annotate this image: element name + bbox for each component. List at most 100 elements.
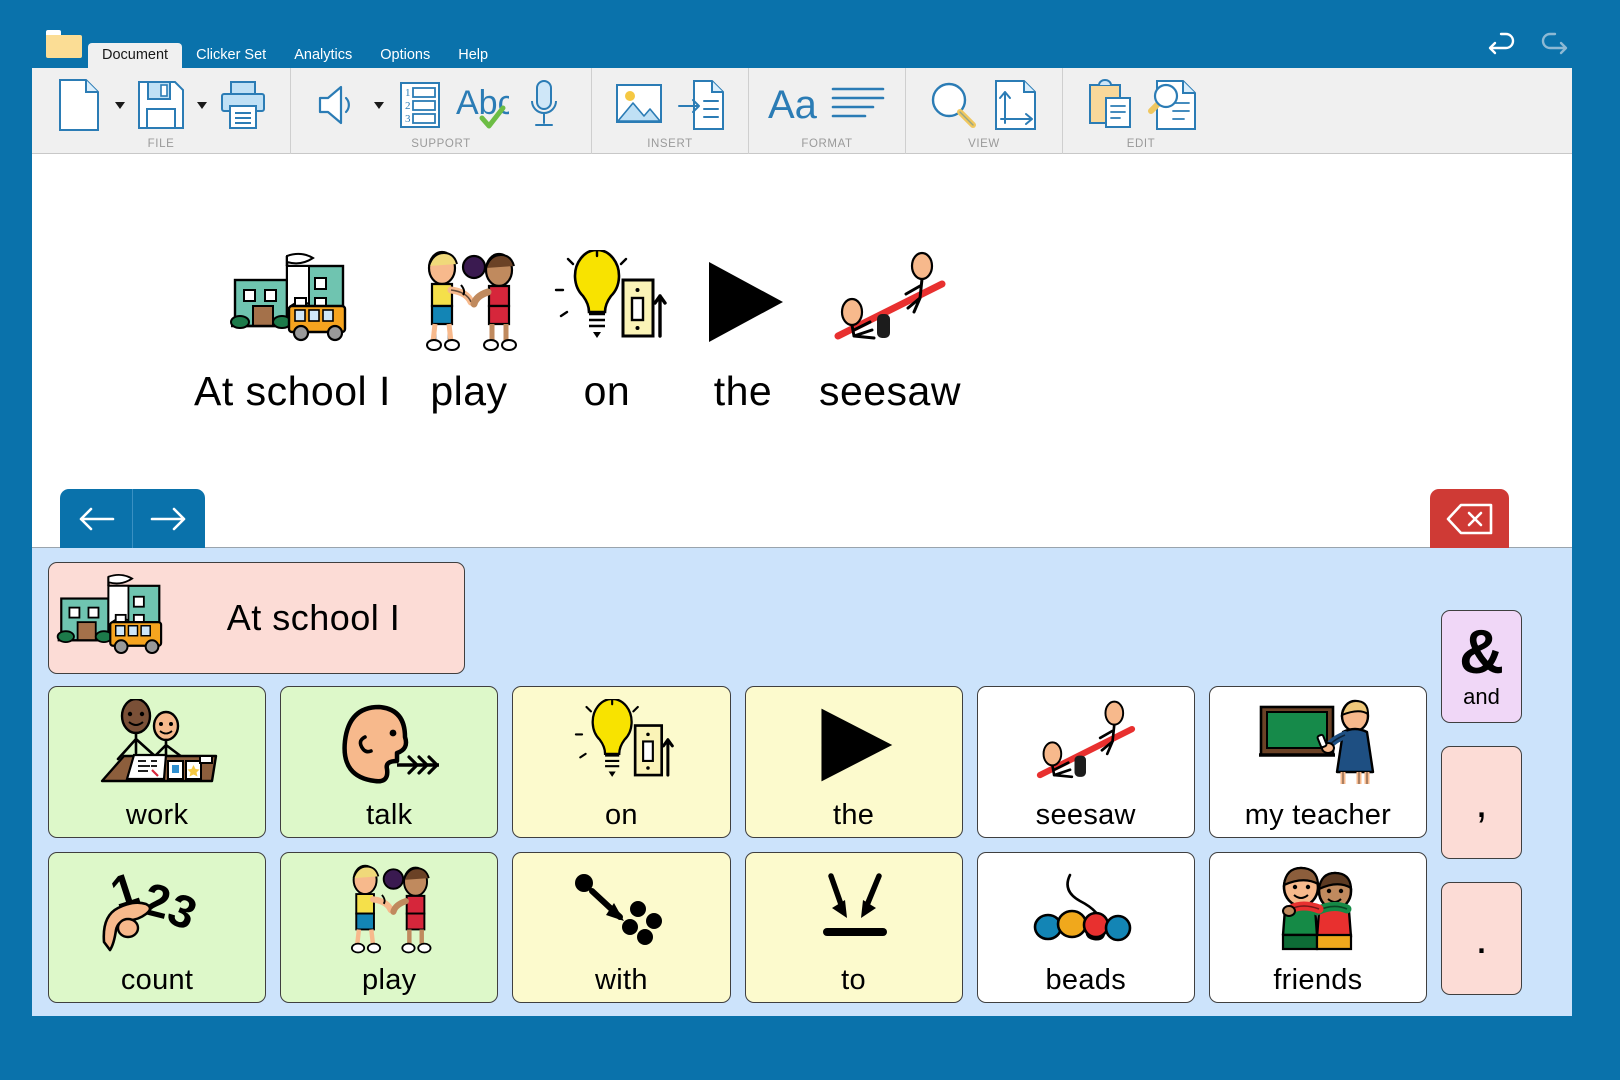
sentence-word-on[interactable]: on: [535, 242, 679, 415]
word-grid-pane: At school I work talk on the seesaw my t…: [32, 548, 1572, 1016]
sentence-word-at-school-i[interactable]: At school I: [182, 242, 403, 415]
grid-cell-count[interactable]: 1 2 3 count: [48, 851, 267, 1003]
punct-cell-period[interactable]: .: [1441, 882, 1522, 995]
speak-dropdown[interactable]: [369, 76, 389, 134]
forward-arrow-button[interactable]: [133, 489, 205, 548]
new-document-dropdown[interactable]: [110, 76, 130, 134]
ribbon-group-label-view: VIEW: [968, 138, 1000, 150]
save-button[interactable]: [130, 76, 192, 134]
sentence-word-seesaw[interactable]: seesaw: [807, 242, 973, 415]
tab-document[interactable]: Document: [88, 43, 183, 68]
lightbulb-switch-on-icon: [513, 687, 729, 797]
arrow-right-icon: [150, 507, 186, 530]
grid-cell-my-teacher[interactable]: my teacher: [1208, 686, 1427, 838]
grid-cell-play[interactable]: play: [280, 851, 499, 1003]
school-with-bus-icon: [49, 571, 177, 666]
two-children-ball-icon: [415, 242, 523, 354]
alignment-button[interactable]: [827, 76, 889, 134]
beads-string-icon: [978, 853, 1194, 963]
sentence-word-label: on: [583, 368, 631, 414]
insert-picture-button[interactable]: [608, 76, 670, 134]
ribbon-group-label-insert: INSERT: [647, 138, 693, 150]
ribbon-tab-bar: Document Clicker Set Analytics Options H…: [88, 43, 502, 68]
black-triangle-icon: [691, 242, 795, 354]
spell-check-button[interactable]: Abc: [451, 76, 513, 134]
grid-cell-label: on: [604, 798, 638, 831]
paste-button[interactable]: [1079, 76, 1141, 134]
svg-text:2: 2: [405, 100, 411, 112]
grid-cell-work[interactable]: work: [48, 686, 267, 838]
grid-cell-on[interactable]: on: [512, 686, 731, 838]
ribbon-group-support: 1 2 3 Abc SUPPORT: [291, 68, 592, 154]
tab-clicker-set[interactable]: Clicker Set: [182, 44, 280, 68]
ribbon-group-insert: INSERT: [592, 68, 749, 154]
save-dropdown[interactable]: [192, 76, 212, 134]
ribbon-group-file: FILE: [32, 68, 291, 154]
zoom-button[interactable]: [922, 76, 984, 134]
period-glyph: .: [1475, 913, 1488, 963]
new-document-button[interactable]: [48, 76, 110, 134]
navigation-buttons: [60, 489, 205, 548]
grid-cell-label: count: [120, 964, 194, 996]
sentence-word-play[interactable]: play: [403, 242, 535, 415]
grid-cell-label: seesaw: [1035, 798, 1136, 831]
ribbon-group-label-support: SUPPORT: [411, 138, 471, 150]
page-size-button[interactable]: [984, 76, 1046, 134]
sentence-word-label: seesaw: [818, 368, 961, 414]
grid-cell-sentence-start[interactable]: At school I: [48, 562, 465, 674]
tab-analytics[interactable]: Analytics: [280, 44, 366, 68]
ribbon-toolbar: FILE 1 2 3 Abc SUPPORT INSERT Aa FORMAT …: [32, 68, 1572, 154]
seesaw-icon: [978, 687, 1194, 797]
punctuation-column: & and , .: [1441, 610, 1522, 995]
grid-cell-label: At school I: [226, 597, 401, 638]
record-button[interactable]: [513, 76, 575, 134]
arrows-down-line-icon: [746, 853, 962, 963]
punct-cell-and[interactable]: & and: [1441, 610, 1522, 723]
document-canvas[interactable]: At school I play on the seesaw: [32, 154, 1572, 548]
comma-glyph: ,: [1475, 777, 1488, 827]
sentence-strip: At school I play on the seesaw: [182, 242, 973, 415]
grid-cell-label: talk: [366, 798, 413, 831]
tab-options[interactable]: Options: [366, 44, 444, 68]
hand-counting-123-icon: 1 2 3: [49, 853, 265, 963]
find-button[interactable]: [1141, 76, 1203, 134]
punct-cell-comma[interactable]: ,: [1441, 746, 1522, 859]
grid-cell-the[interactable]: the: [744, 686, 963, 838]
word-bank-button[interactable]: 1 2 3: [389, 76, 451, 134]
grid-cell-label: the: [832, 798, 875, 831]
delete-button[interactable]: [1430, 489, 1509, 548]
grid-cell-seesaw[interactable]: seesaw: [976, 686, 1195, 838]
ribbon-group-view: VIEW: [906, 68, 1063, 154]
sentence-word-label: play: [430, 368, 508, 414]
folder-icon[interactable]: [46, 30, 82, 58]
head-talking-icon: [281, 687, 497, 797]
ribbon-group-label-file: FILE: [147, 138, 175, 150]
grid-cell-to[interactable]: to: [744, 851, 963, 1003]
backspace-icon: [1446, 503, 1492, 534]
grid-cell-talk[interactable]: talk: [280, 686, 499, 838]
tab-help[interactable]: Help: [444, 44, 502, 68]
sentence-word-the[interactable]: the: [679, 242, 807, 415]
grid-cell-label: my teacher: [1244, 798, 1392, 831]
grid-cell-label: to: [841, 964, 866, 996]
back-arrow-button[interactable]: [60, 489, 132, 548]
insert-page-button[interactable]: [670, 76, 732, 134]
ribbon-group-label-format: FORMAT: [801, 138, 853, 150]
grid-cell-label: with: [595, 964, 648, 996]
school-with-bus-icon: [227, 242, 357, 354]
grid-cell-friends[interactable]: friends: [1208, 851, 1427, 1003]
ribbon-group-format: Aa FORMAT: [749, 68, 906, 154]
print-button[interactable]: [212, 76, 274, 134]
black-triangle-icon: [746, 687, 962, 797]
font-button[interactable]: Aa: [765, 76, 827, 134]
redo-icon[interactable]: [1538, 32, 1568, 58]
grid-cell-label: play: [362, 964, 417, 996]
speak-button[interactable]: [307, 76, 369, 134]
grid-cell-with[interactable]: with: [512, 851, 731, 1003]
svg-text:1: 1: [405, 87, 411, 99]
application-window: Document Clicker Set Analytics Options H…: [0, 0, 1620, 1080]
grid-cell-beads[interactable]: beads: [976, 851, 1195, 1003]
undo-icon[interactable]: [1488, 32, 1518, 58]
ribbon-group-edit: EDIT: [1063, 68, 1219, 154]
two-friends-icon: [1210, 853, 1426, 963]
